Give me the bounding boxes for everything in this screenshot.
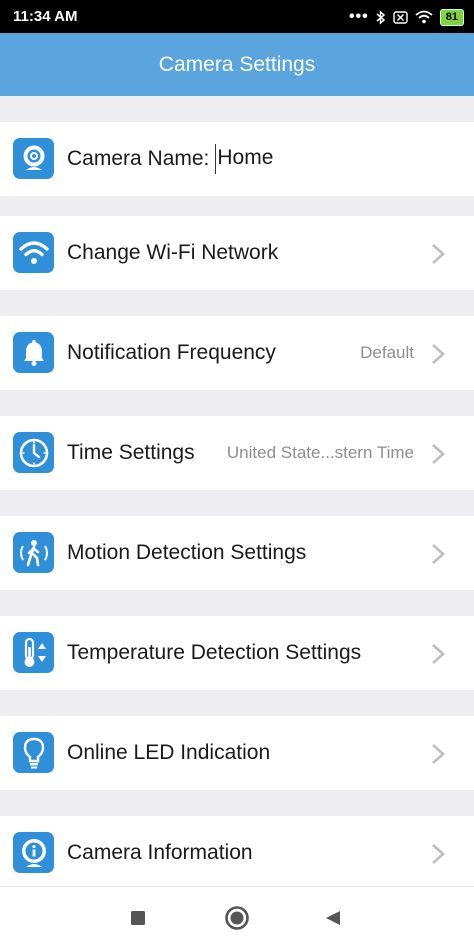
battery-icon: 81 (439, 8, 464, 26)
online-led-indication-row[interactable]: Online LED Indication (0, 716, 474, 790)
status-time: 11:34 AM (13, 8, 78, 25)
change-wifi-network-label: Change Wi-Fi Network (67, 241, 279, 264)
chevron-right-icon (432, 344, 445, 364)
back-triangle-icon[interactable] (318, 903, 348, 933)
motion-detection-settings-row[interactable]: Motion Detection Settings (0, 516, 474, 590)
chevron-right-icon (432, 644, 445, 664)
wifi-icon (415, 10, 433, 24)
camera-name-label: Camera Name: Home (67, 122, 273, 196)
temperature-detection-settings-label: Temperature Detection Settings (67, 641, 362, 664)
notification-frequency-label: Notification Frequency (67, 341, 276, 364)
sim-off-icon (393, 10, 408, 24)
info-icon (13, 832, 54, 873)
motion-detection-settings-label: Motion Detection Settings (67, 541, 307, 564)
time-settings-row[interactable]: Time Settings United State...stern Time (0, 416, 474, 490)
time-settings-label: Time Settings (67, 441, 195, 464)
chevron-right-icon (432, 744, 445, 764)
page-title: Camera Settings (158, 53, 316, 76)
chevron-right-icon (432, 844, 445, 864)
chevron-right-icon (432, 444, 445, 464)
thermometer-icon (13, 632, 54, 673)
time-settings-value: United State...stern Time (226, 443, 414, 462)
bell-icon (13, 332, 54, 373)
more-dots-icon: ••• (348, 8, 369, 25)
camera-information-row[interactable]: Camera Information (0, 816, 474, 890)
notification-frequency-row[interactable]: Notification Frequency Default (0, 316, 474, 390)
status-icons: ••• 81 (349, 7, 464, 27)
camera-information-label: Camera Information (67, 841, 253, 864)
notification-frequency-value: Default (360, 343, 414, 362)
change-wifi-network-row[interactable]: Change Wi-Fi Network (0, 216, 474, 290)
chevron-right-icon (432, 544, 445, 564)
online-led-indication-label: Online LED Indication (67, 741, 271, 764)
wifi-icon (13, 232, 54, 273)
status-bar: 11:34 AM ••• 81 (0, 0, 474, 33)
home-circle-icon[interactable] (222, 903, 252, 933)
temperature-detection-settings-row[interactable]: Temperature Detection Settings (0, 616, 474, 690)
bluetooth-icon (376, 9, 385, 25)
camera-name-label-text: Camera Name: (67, 147, 210, 170)
chevron-right-icon (432, 244, 445, 264)
camera-icon (13, 138, 54, 179)
clock-icon (13, 432, 54, 473)
navigation-bar (0, 886, 474, 948)
camera-name-input[interactable]: Home (215, 144, 273, 175)
recents-square-icon[interactable] (123, 903, 153, 933)
camera-name-row[interactable]: Camera Name: Home (0, 122, 474, 196)
app-bar: Camera Settings (0, 33, 474, 96)
walking-person-icon (13, 532, 54, 573)
lightbulb-icon (13, 732, 54, 773)
